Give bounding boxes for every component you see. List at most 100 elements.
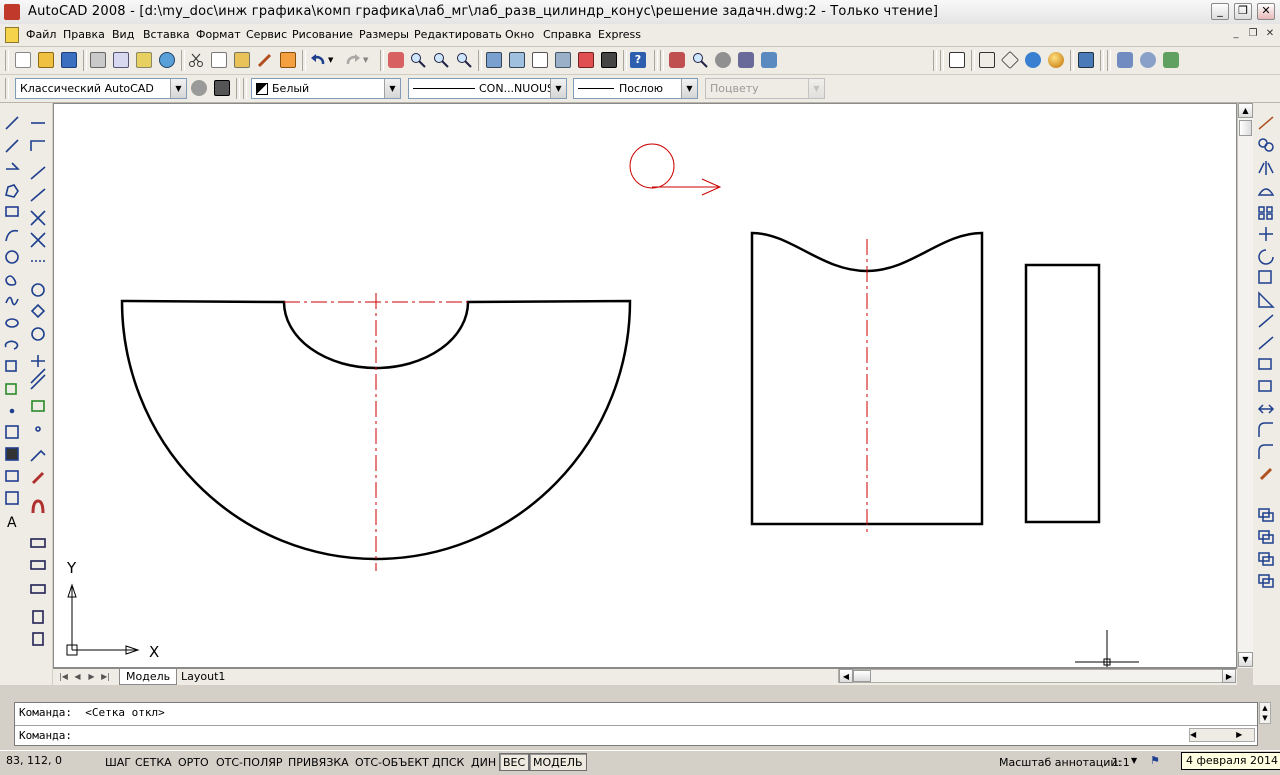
workspace-dropdown[interactable]: Классический AutoCAD ▼ [15,78,187,99]
status-snap-button[interactable]: ШАГ [101,753,135,771]
menu-draw[interactable]: Рисование [292,28,353,41]
toolbar-grip[interactable] [1107,50,1111,71]
walk-icon[interactable] [761,52,777,68]
shaded-icon[interactable] [1025,52,1041,68]
menu-window[interactable]: Окно [505,28,534,41]
markup-icon[interactable] [578,52,594,68]
help-icon[interactable]: ? [630,52,646,68]
menu-file[interactable]: Файл [26,28,56,41]
new-file-icon[interactable] [15,52,31,68]
drawing-svg[interactable]: Y X [54,104,1236,667]
coordinate-display[interactable]: 83, 112, 0 [6,754,62,767]
status-lwt-button[interactable]: ВЕС [499,753,530,771]
status-grid-button[interactable]: СЕТКА [131,753,176,771]
command-prompt[interactable]: Команда: [19,729,72,742]
chevron-down-icon[interactable]: ▼ [550,79,566,98]
drawing-canvas[interactable]: Y X [53,103,1237,668]
copy-icon[interactable] [211,52,227,68]
workspace-save-icon[interactable] [214,80,230,96]
color-dropdown[interactable]: Белый ▼ [251,78,401,99]
scroll-right-icon[interactable]: ▶ [1222,669,1236,683]
lineweight-dropdown[interactable]: Послою ▼ [573,78,698,99]
workspace-settings-icon[interactable] [191,80,207,96]
save-icon[interactable] [61,52,77,68]
annotation-scale-value[interactable]: 1:1 [1112,756,1130,769]
match-properties-icon[interactable] [257,52,273,68]
view-cube-icon[interactable] [1000,50,1020,70]
side-view-rectangle[interactable] [1024,263,1101,524]
cut-icon[interactable] [188,52,204,68]
status-osnap-button[interactable]: ПРИВЯЗКА [284,753,353,771]
autocad-app-icon[interactable] [4,4,20,20]
doc-minimize-button[interactable]: _ [1229,28,1243,41]
free-orbit-icon[interactable] [1163,52,1179,68]
properties-icon[interactable] [486,52,502,68]
ucs-icon[interactable] [669,52,685,68]
view-direction-circle[interactable] [629,143,675,189]
command-line-box[interactable]: Команда: <Сетка откл> Команда: [14,702,1258,746]
undo-dropdown-icon[interactable]: ▼ [328,52,344,68]
design-center-icon[interactable] [509,52,525,68]
minimize-button[interactable]: _ [1211,3,1229,20]
web-publish-icon[interactable] [159,52,175,68]
vertical-scrollbar[interactable]: ▲ ▼ [1237,103,1253,668]
publish-icon[interactable] [136,52,152,68]
horizontal-scroll-thumb[interactable] [853,670,871,682]
linetype-dropdown[interactable]: CON...NUOUS ▼ [408,78,567,99]
document-icon[interactable] [5,27,19,43]
status-dyn-button[interactable]: ДИН [467,753,500,771]
tab-layout1[interactable]: Layout1 [175,669,231,685]
toolbar-grip[interactable] [243,78,247,99]
menu-express[interactable]: Express [598,28,641,41]
tab-next-icon[interactable]: ▶ [85,670,98,683]
zoom-previous-icon[interactable] [456,52,472,68]
tab-model[interactable]: Модель [119,669,178,685]
scroll-left-icon[interactable]: ◀ [839,669,853,683]
annotation-visibility-icon[interactable]: ⚑ [1150,754,1164,768]
pan-3d-icon[interactable] [1117,52,1133,68]
redo-icon[interactable] [345,52,361,68]
menu-dimension[interactable]: Размеры [359,28,409,41]
restore-button[interactable]: ❐ [1234,3,1252,20]
materials-icon[interactable] [1078,52,1094,68]
orbit-3d-icon[interactable] [1140,52,1156,68]
tab-last-icon[interactable]: ▶| [99,670,112,683]
text-style-icon[interactable] [949,52,965,68]
toolbar-grip[interactable] [5,50,9,71]
annotation-scale-chevron-icon[interactable]: ▼ [1131,756,1137,765]
scroll-down-icon[interactable]: ▼ [1238,652,1253,667]
camera-icon[interactable] [738,52,754,68]
status-ortho-button[interactable]: ОРТО [174,753,213,771]
open-folder-icon[interactable] [38,52,54,68]
horizontal-scrollbar[interactable]: ◀ ▶ [838,669,1236,683]
zoom-window-icon[interactable] [433,52,449,68]
pan-realtime-icon[interactable] [388,52,404,68]
doc-restore-button[interactable]: ❐ [1246,28,1260,41]
status-polar-button[interactable]: ОТС-ПОЛЯР [212,753,287,771]
sheet-set-icon[interactable] [555,52,571,68]
tab-prev-icon[interactable]: ◀ [71,670,84,683]
doc-close-button[interactable]: ✕ [1263,28,1277,41]
command-scrollbar[interactable]: ▲ ▼ [1259,702,1271,724]
command-hscroll[interactable]: ◀ ▶ [1189,728,1255,742]
toolbar-grip[interactable] [940,50,944,71]
close-button[interactable]: ✕ [1257,3,1275,20]
menu-format[interactable]: Формат [196,28,241,41]
vertical-scroll-thumb[interactable] [1239,120,1252,136]
chevron-down-icon[interactable]: ▼ [681,79,697,98]
orbit-icon[interactable] [715,52,731,68]
tab-first-icon[interactable]: |◀ [57,670,70,683]
status-model-button[interactable]: МОДЕЛЬ [529,753,587,771]
calculator-icon[interactable] [601,52,617,68]
print-preview-icon[interactable] [113,52,129,68]
menu-help[interactable]: Справка [543,28,591,41]
menu-view[interactable]: Вид [112,28,134,41]
zoom-extents-icon[interactable] [692,52,708,68]
menu-insert[interactable]: Вставка [143,28,190,41]
block-editor-icon[interactable] [280,52,296,68]
chevron-down-icon[interactable]: ▼ [384,79,400,98]
chevron-down-icon[interactable]: ▼ [170,79,186,98]
toolbar-grip[interactable] [5,78,9,99]
scroll-up-icon[interactable]: ▲ [1238,103,1253,118]
redo-dropdown-icon[interactable]: ▼ [363,52,379,68]
